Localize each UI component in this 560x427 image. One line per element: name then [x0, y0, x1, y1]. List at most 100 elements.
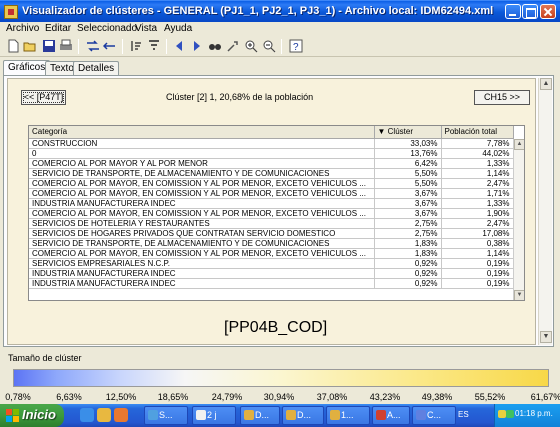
taskbar-button[interactable]: 2 j: [192, 406, 236, 425]
table-row[interactable]: CONSTRUCCION 33,03% 7,78%: [29, 138, 514, 149]
table-row[interactable]: COMERCIO AL POR MAYOR, EN COMISSION Y AL…: [29, 188, 514, 199]
zoom-in-icon[interactable]: [244, 39, 258, 53]
menu-ayuda[interactable]: Ayuda: [164, 23, 192, 34]
new-icon[interactable]: [6, 39, 20, 53]
print-icon[interactable]: [59, 39, 73, 53]
table-row[interactable]: COMERCIO AL POR MAYOR Y AL POR MENOR 6,42…: [29, 158, 514, 169]
scale-tick-label: 55,52%: [474, 392, 506, 402]
task-app-icon: [286, 410, 296, 420]
cell-population: 1,14%: [441, 248, 514, 259]
cell-cluster: 5,50%: [374, 168, 442, 179]
scale-tick-label: 24,79%: [211, 392, 243, 402]
taskbar-button[interactable]: S...: [144, 406, 188, 425]
table-row[interactable]: SERVICIOS EMPRESARIALES N.C.P. 0,92% 0,19%: [29, 258, 514, 269]
help-icon[interactable]: ?: [289, 39, 303, 53]
cluster-view: << [P47T] Clúster [2] 1, 20,68% de la po…: [7, 78, 536, 345]
maximize-button[interactable]: [522, 4, 538, 19]
prev-icon[interactable]: [172, 39, 186, 53]
col-header-population[interactable]: Población total: [441, 126, 514, 139]
cell-cluster: 0,92%: [374, 278, 442, 289]
tray-icon[interactable]: [506, 410, 514, 418]
cell-population: 2,47%: [441, 218, 514, 229]
scroll-down-icon[interactable]: ▼: [540, 331, 552, 343]
cell-population: 1,14%: [441, 168, 514, 179]
task-app-icon: [376, 410, 386, 420]
folder-icon[interactable]: [97, 408, 111, 422]
color-scale-ticks: 0,78% 6,63% 12,50% 18,65% 24,79% 30,94% 37,08%…: [0, 392, 560, 404]
menu-seleccionado[interactable]: Seleccionado: [77, 23, 137, 34]
table-row[interactable]: COMERCIO AL POR MAYOR, EN COMISSION Y AL…: [29, 248, 514, 259]
table-row[interactable]: INDUSTRIA MANUFACTURERA INDEC 0,92% 0,19%: [29, 278, 514, 289]
next-variable-button[interactable]: CH15 >>: [474, 90, 530, 105]
start-label: Inicio: [22, 407, 56, 422]
taskbar-button[interactable]: D...: [282, 406, 324, 425]
table-row[interactable]: SERVICIOS DE HOTELERIA Y RESTAURANTES 2,7…: [29, 218, 514, 229]
table-row[interactable]: COMERCIO AL POR MAYOR, EN COMISSION Y AL…: [29, 178, 514, 189]
sort-icon[interactable]: [129, 39, 143, 53]
title-bar[interactable]: Visualizador de clústeres - GENERAL (PJ1…: [0, 0, 560, 22]
app-icon[interactable]: [4, 5, 18, 19]
table-row[interactable]: SERVICIO DE TRANSPORTE, DE ALMACENAMIENT…: [29, 238, 514, 249]
task-label: D...: [297, 410, 312, 420]
save-icon[interactable]: [42, 39, 56, 53]
cell-category: COMERCIO AL POR MAYOR Y AL POR MENOR: [29, 158, 375, 169]
scale-tick-label: 61,67%: [530, 392, 560, 402]
taskbar-button[interactable]: D...: [240, 406, 280, 425]
scale-tick-label: 37,08%: [316, 392, 348, 402]
task-app-icon: [148, 410, 158, 420]
grid-scroll-down-icon[interactable]: ▼: [514, 290, 524, 300]
filter-icon[interactable]: [147, 39, 161, 53]
task-label: D...: [255, 410, 270, 420]
cell-category: COMERCIO AL POR MAYOR, EN COMISSION Y AL…: [29, 208, 375, 219]
zoom-out-icon[interactable]: [262, 39, 276, 53]
grid-scrollbar[interactable]: ▲ ▼: [513, 139, 524, 300]
menu-editar[interactable]: Editar: [45, 23, 71, 34]
cell-cluster: 1,83%: [374, 248, 442, 259]
table-row[interactable]: SERVICIO DE TRANSPORTE, DE ALMACENAMIENT…: [29, 168, 514, 179]
open-icon[interactable]: [23, 39, 37, 53]
category-grid[interactable]: Categoría ▼ Clúster Población total CONS…: [28, 125, 525, 301]
task-label: A...: [387, 410, 401, 420]
taskbar-button[interactable]: A...: [372, 406, 410, 425]
table-row[interactable]: INDUSTRIA MANUFACTURERA INDEC 0,92% 0,19%: [29, 268, 514, 279]
cluster-size-color-scale: [13, 369, 549, 387]
next-icon[interactable]: [190, 39, 204, 53]
tab-detalles[interactable]: Detalles: [73, 61, 120, 76]
ie-icon[interactable]: [80, 408, 94, 422]
media-icon[interactable]: [114, 408, 128, 422]
col-header-cluster[interactable]: ▼ Clúster: [374, 126, 442, 139]
task-app-icon: [244, 410, 254, 420]
cell-cluster: 3,67%: [374, 208, 442, 219]
grid-scroll-up-icon[interactable]: ▲: [514, 139, 524, 150]
close-button[interactable]: [540, 4, 556, 19]
minimize-button[interactable]: [505, 4, 521, 19]
tray-icon[interactable]: [498, 410, 506, 418]
taskbar-button[interactable]: 1...: [326, 406, 370, 425]
table-row[interactable]: SERVICIOS DE HOGARES PRIVADOS QUE CONTRA…: [29, 228, 514, 239]
table-row[interactable]: COMERCIO AL POR MAYOR, EN COMISSION Y AL…: [29, 208, 514, 219]
taskbar-button[interactable]: C...: [412, 406, 456, 425]
find-icon[interactable]: [208, 39, 222, 53]
task-label: 1...: [341, 410, 354, 420]
shuffle-icon[interactable]: [86, 39, 100, 53]
drill-icon[interactable]: [226, 39, 240, 53]
prev-variable-button[interactable]: << [P47T]: [21, 90, 66, 105]
scale-tick-label: 18,65%: [157, 392, 189, 402]
col-header-category[interactable]: Categoría: [29, 126, 375, 139]
cell-cluster: 0,92%: [374, 268, 442, 279]
tab-graficos[interactable]: Gráficos: [3, 60, 51, 76]
table-row[interactable]: INDUSTRIA MANUFACTURERA INDEC 3,67% 1,33%: [29, 198, 514, 209]
menu-archivo[interactable]: Archivo: [6, 23, 39, 34]
table-row[interactable]: 0 13,76% 44,02%: [29, 148, 514, 159]
cluster-title: Clúster [2] 1, 20,68% de la población: [166, 92, 314, 102]
language-indicator[interactable]: ES: [458, 410, 469, 419]
cell-category: SERVICIOS DE HOTELERIA Y RESTAURANTES: [29, 218, 375, 229]
menu-vista[interactable]: Vista: [135, 23, 157, 34]
swap-icon[interactable]: [103, 39, 117, 53]
panel-scrollbar[interactable]: ▲ ▼: [538, 78, 552, 345]
start-button[interactable]: Inicio: [0, 404, 64, 427]
cell-category: INDUSTRIA MANUFACTURERA INDEC: [29, 278, 375, 289]
cell-category: SERVICIOS EMPRESARIALES N.C.P.: [29, 258, 375, 269]
scroll-up-icon[interactable]: ▲: [540, 78, 552, 90]
window-title: Visualizador de clústeres - GENERAL (PJ1…: [22, 5, 494, 17]
